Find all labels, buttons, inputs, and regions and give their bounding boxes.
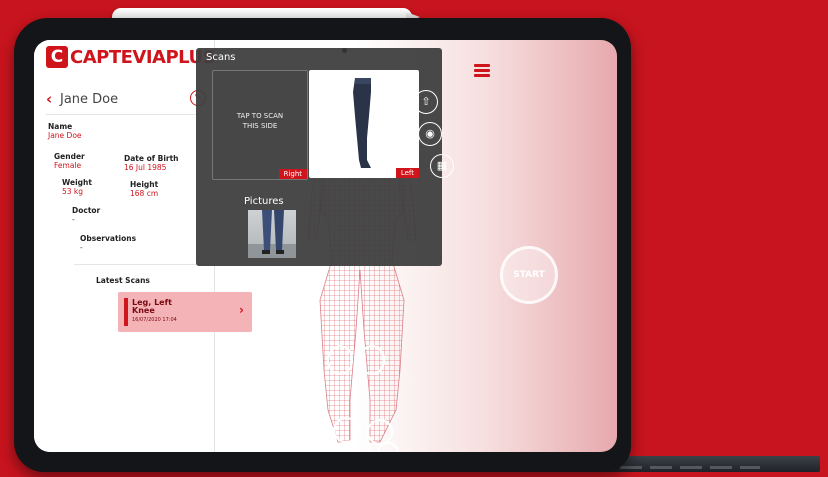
logo-text: CAPTEVIAPLUS — [70, 46, 216, 68]
gender-value: Female — [54, 161, 82, 170]
tap-to-scan-line2: THIS SIDE — [242, 122, 278, 130]
doctor-field: Doctor - — [72, 206, 100, 224]
scan-left-tile[interactable]: Left — [309, 70, 419, 178]
tap-to-scan-message: TAP TO SCAN THIS SIDE — [213, 111, 307, 131]
dob-label: Date of Birth — [124, 154, 179, 163]
height-value: 168 cm — [130, 189, 159, 198]
grid-icon[interactable]: ▦ — [430, 154, 454, 178]
tap-to-scan-line1: TAP TO SCAN — [236, 112, 284, 120]
weight-label: Weight — [62, 178, 92, 187]
weight-value: 53 kg — [62, 187, 84, 196]
cloud-upload-icon[interactable]: ⇧ — [414, 90, 438, 114]
menu-icon[interactable] — [474, 64, 490, 79]
patient-panel: C CAPTEVIAPLUS ‹ Jane Doe ✎ Name Jane Do… — [34, 40, 252, 452]
app-logo: C CAPTEVIAPLUS — [46, 46, 216, 68]
scans-panel: Scans TAP TO SCAN THIS SIDE Right Left P… — [196, 48, 442, 266]
scans-title: Scans — [206, 52, 236, 63]
name-field: Name Jane Doe — [48, 122, 82, 140]
chevron-right-icon: › — [239, 303, 244, 317]
right-side-tag: Right — [278, 169, 307, 179]
doctor-label: Doctor — [72, 206, 101, 215]
patient-name-title: Jane Doe — [60, 91, 119, 107]
leg-scan-thumbnail — [353, 78, 371, 168]
tablet-screen: C CAPTEVIAPLUS ‹ Jane Doe ✎ Name Jane Do… — [34, 40, 617, 452]
name-value: Jane Doe — [48, 131, 82, 140]
tablet-device: C CAPTEVIAPLUS ‹ Jane Doe ✎ Name Jane Do… — [14, 18, 631, 472]
back-chevron-icon[interactable]: ‹ — [46, 90, 60, 108]
picture-thumbnail[interactable] — [248, 210, 296, 258]
observations-value: - — [80, 243, 83, 252]
height-label: Height — [130, 180, 159, 189]
scan-item-accent — [124, 298, 128, 326]
dob-value: 16 Jul 1985 — [124, 163, 167, 172]
observations-label: Observations — [80, 234, 137, 243]
dob-field: Date of Birth 16 Jul 1985 — [124, 154, 179, 172]
gender-label: Gender — [54, 152, 85, 161]
gender-field: Gender Female — [54, 152, 85, 170]
latest-scan-item[interactable]: Leg, Left Knee 16/07/2020 17:04 › — [118, 292, 252, 332]
patient-header: ‹ Jane Doe ✎ — [46, 88, 206, 110]
scan-item-subtitle: Knee — [132, 306, 155, 315]
pictures-title: Pictures — [244, 196, 284, 207]
scan-right-tile[interactable]: TAP TO SCAN THIS SIDE Right — [212, 70, 308, 180]
name-label: Name — [48, 122, 73, 131]
observations-field: Observations - — [80, 234, 136, 252]
weight-field: Weight 53 kg — [62, 178, 92, 196]
left-side-tag: Left — [395, 168, 419, 178]
latest-scans-label: Latest Scans — [96, 276, 150, 285]
front-camera — [342, 48, 347, 53]
logo-mark: C — [46, 46, 68, 68]
divider — [46, 114, 206, 115]
divider — [74, 264, 214, 265]
scan-item-date: 16/07/2020 17:04 — [132, 317, 177, 323]
doctor-value: - — [72, 215, 75, 224]
camera-icon[interactable]: ◉ — [418, 122, 442, 146]
leg-photo — [248, 210, 296, 258]
start-button[interactable]: START — [500, 246, 558, 304]
height-field: Height 168 cm — [130, 180, 158, 198]
